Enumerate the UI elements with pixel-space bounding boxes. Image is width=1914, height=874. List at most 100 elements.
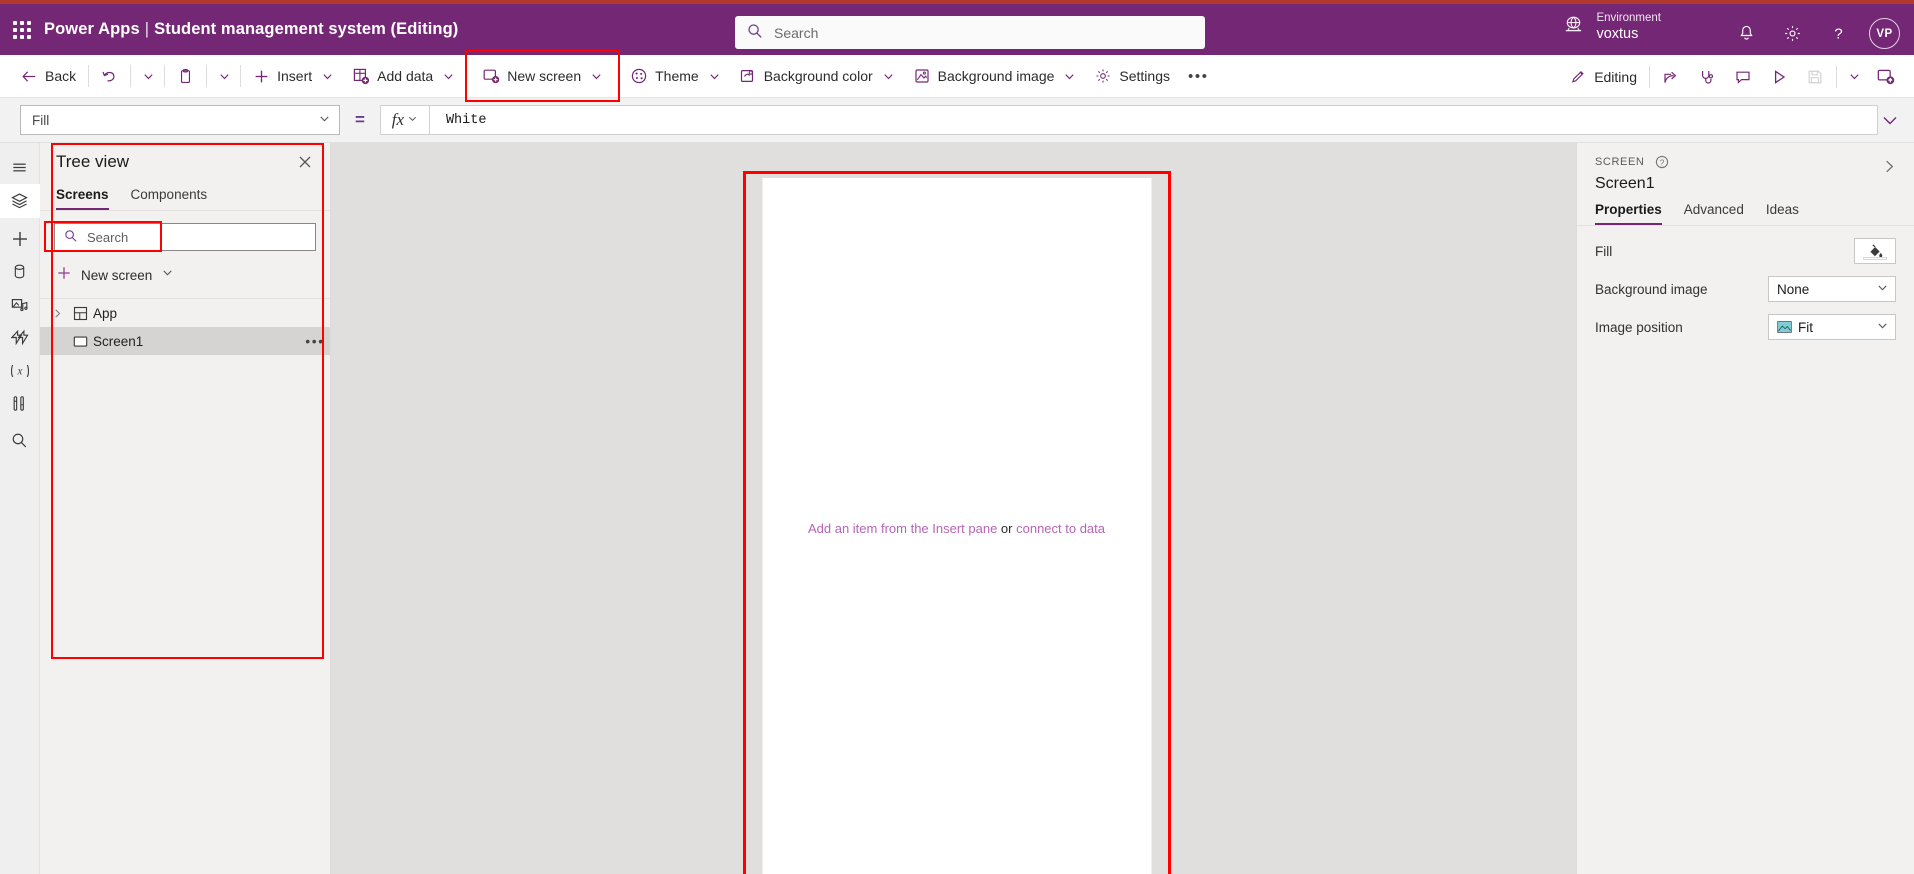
editing-mode-button[interactable]: Editing [1561, 61, 1646, 93]
tab-components[interactable]: Components [131, 181, 208, 210]
preview-play-button[interactable] [1761, 61, 1797, 93]
media-icon[interactable] [0, 288, 40, 321]
image-position-value: Fit [1798, 319, 1813, 335]
chevron-down-icon [882, 70, 895, 83]
tree-view-title: Tree view [56, 152, 130, 171]
overflow-more-button[interactable]: ••• [1179, 60, 1218, 92]
play-icon [1770, 68, 1788, 86]
help-question-icon[interactable]: ? [1815, 8, 1861, 59]
theme-button[interactable]: Theme [621, 60, 730, 92]
data-icon[interactable] [0, 255, 40, 288]
environment-selector[interactable]: Environment voxtus [1563, 11, 1661, 44]
tree-view-panel: Tree view Screens Components Search New … [40, 143, 331, 874]
property-selector[interactable]: Fill [20, 105, 340, 135]
new-screen-tree-button[interactable]: New screen [40, 260, 330, 290]
chevron-down-icon [1063, 70, 1076, 83]
connect-to-data-link[interactable]: connect to data [1016, 521, 1105, 536]
settings-gear-icon[interactable] [1769, 8, 1815, 59]
properties-panel: SCREEN ? Screen1 Properties Advanced Ide… [1576, 143, 1914, 874]
fill-color-picker-button[interactable] [1854, 238, 1896, 264]
comments-button[interactable] [1725, 61, 1761, 93]
canvas-area[interactable]: Add an item from the Insert pane or conn… [337, 143, 1576, 874]
variables-icon[interactable]: x [0, 354, 40, 387]
publish-button[interactable] [1867, 61, 1904, 93]
add-data-label: Add data [377, 68, 434, 84]
properties-kicker-group: SCREEN ? Screen1 [1595, 153, 1876, 193]
tab-ideas[interactable]: Ideas [1766, 202, 1799, 225]
back-button[interactable]: Back [12, 60, 85, 92]
global-search-input[interactable]: Search [735, 16, 1205, 49]
share-button[interactable] [1653, 61, 1689, 93]
tab-screens[interactable]: Screens [56, 181, 109, 210]
help-question-icon[interactable]: ? [1655, 155, 1669, 169]
environment-value: voxtus [1596, 26, 1639, 43]
add-data-icon [352, 67, 370, 85]
insert-icon[interactable] [0, 222, 40, 255]
paste-button[interactable] [168, 60, 203, 92]
save-disk-icon [1806, 68, 1824, 86]
equals-sign: = [355, 110, 365, 129]
avatar-initials: VP [1876, 27, 1893, 40]
power-automate-icon[interactable] [0, 321, 40, 354]
collapse-panel-chevron[interactable] [1876, 153, 1902, 179]
background-color-button[interactable]: Background color [730, 60, 904, 92]
publish-icon [1876, 67, 1895, 86]
tab-advanced[interactable]: Advanced [1684, 202, 1744, 225]
close-icon[interactable] [292, 149, 318, 175]
chevron-down-icon [321, 70, 334, 83]
tree-view-icon[interactable] [0, 184, 40, 218]
undo-options-chevron[interactable] [134, 60, 161, 92]
divider [240, 65, 242, 87]
command-bar-right-group: Editing [1561, 55, 1904, 98]
editing-label: Editing [1594, 68, 1637, 85]
avatar[interactable]: VP [1869, 18, 1900, 49]
svg-text:?: ? [1834, 25, 1842, 42]
property-row-background-image: Background image None [1577, 272, 1914, 306]
search-icon[interactable] [0, 424, 40, 457]
property-row-fill: Fill [1577, 234, 1914, 268]
new-screen-button[interactable]: New screen [469, 60, 616, 92]
menu-icon[interactable] [0, 151, 40, 184]
chevron-down-icon [1876, 319, 1889, 335]
clipboard-icon [177, 68, 194, 85]
formula-expand-chevron[interactable] [1876, 106, 1904, 134]
app-screen-canvas[interactable]: Add an item from the Insert pane or conn… [762, 178, 1151, 874]
tab-properties[interactable]: Properties [1595, 202, 1662, 225]
tree-item-screen1[interactable]: Screen1 ••• [40, 327, 330, 355]
notifications-bell-icon[interactable] [1723, 8, 1769, 59]
fx-icon: fx [391, 110, 405, 129]
paste-options-chevron[interactable] [210, 60, 237, 92]
app-checker-button[interactable] [1689, 61, 1725, 93]
tree-search-input[interactable]: Search [54, 223, 316, 251]
global-search-placeholder: Search [774, 24, 819, 41]
command-bar: Back Insert Add data New screen Theme Ba… [0, 50, 1914, 102]
image-position-dropdown[interactable]: Fit [1768, 314, 1896, 340]
tree-item-app[interactable]: App [40, 299, 330, 327]
environment-label: Environment [1596, 12, 1661, 24]
background-image-label: Background image [937, 68, 1055, 84]
chevron-right-icon[interactable] [47, 308, 67, 319]
insert-button[interactable]: Insert [244, 60, 343, 92]
divider [1836, 65, 1837, 88]
background-image-dropdown[interactable]: None [1768, 276, 1896, 302]
undo-icon [101, 68, 118, 85]
save-options-chevron[interactable] [1840, 61, 1867, 93]
save-button[interactable] [1797, 61, 1833, 93]
search-icon [64, 229, 78, 246]
tree-item-more-icon[interactable]: ••• [300, 333, 330, 349]
tree-view-tabs: Screens Components [40, 181, 330, 211]
settings-button[interactable]: Settings [1085, 60, 1179, 92]
tools-icon[interactable] [0, 387, 40, 420]
background-image-button[interactable]: Background image [904, 60, 1086, 92]
selected-control-name: Screen1 [1595, 175, 1655, 192]
chevron-down-icon [1876, 281, 1889, 297]
app-launcher-icon[interactable] [0, 20, 44, 39]
undo-button[interactable] [92, 60, 127, 92]
app-name: Student management system (Editing) [154, 20, 459, 38]
add-data-button[interactable]: Add data [343, 60, 464, 92]
chevron-down-icon [142, 70, 155, 83]
function-picker-button[interactable]: fx [379, 105, 430, 135]
settings-label: Settings [1119, 68, 1170, 84]
chevron-down-icon [161, 266, 174, 284]
formula-input[interactable]: White [429, 105, 1878, 135]
